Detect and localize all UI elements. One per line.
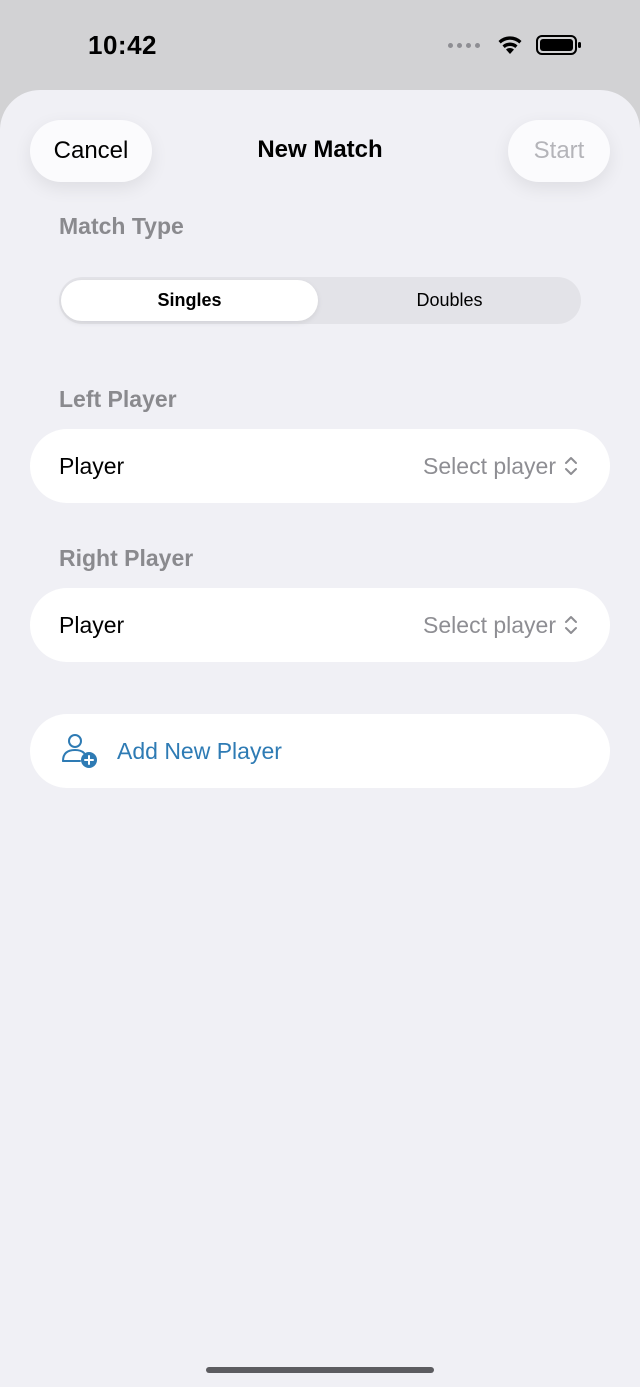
match-type-label: Match Type — [59, 213, 184, 239]
left-player-picker[interactable]: Player Select player — [30, 429, 610, 503]
segment-singles[interactable]: Singles — [61, 280, 318, 321]
status-bar: 10:42 — [0, 0, 640, 92]
left-player-value-text: Select player — [423, 452, 556, 479]
right-player-value: Select player — [423, 612, 578, 639]
segment-doubles[interactable]: Doubles — [321, 280, 578, 321]
new-match-sheet: Cancel New Match Start Match Type Single… — [0, 90, 640, 1387]
chevron-up-down-icon — [565, 457, 577, 475]
left-player-value: Select player — [423, 453, 578, 480]
add-new-player-button[interactable]: Add New Player — [30, 714, 610, 788]
start-button[interactable]: Start — [508, 120, 610, 182]
right-player-value-text: Select player — [423, 611, 556, 638]
person-add-icon — [62, 734, 97, 768]
wifi-icon — [498, 36, 522, 54]
add-new-player-label: Add New Player — [117, 737, 282, 764]
right-player-row-label: Player — [59, 611, 125, 638]
left-player-label: Left Player — [59, 386, 177, 412]
status-icons — [448, 34, 582, 56]
battery-icon — [536, 35, 581, 55]
left-player-row-label: Player — [59, 452, 125, 479]
chevron-up-down-icon — [565, 616, 577, 634]
match-type-segmented-control: Singles Doubles — [59, 277, 581, 324]
right-player-picker[interactable]: Player Select player — [30, 588, 610, 662]
status-time: 10:42 — [88, 30, 157, 60]
signal-icon — [448, 42, 480, 48]
home-indicator — [206, 1367, 434, 1373]
right-player-label: Right Player — [59, 545, 194, 571]
